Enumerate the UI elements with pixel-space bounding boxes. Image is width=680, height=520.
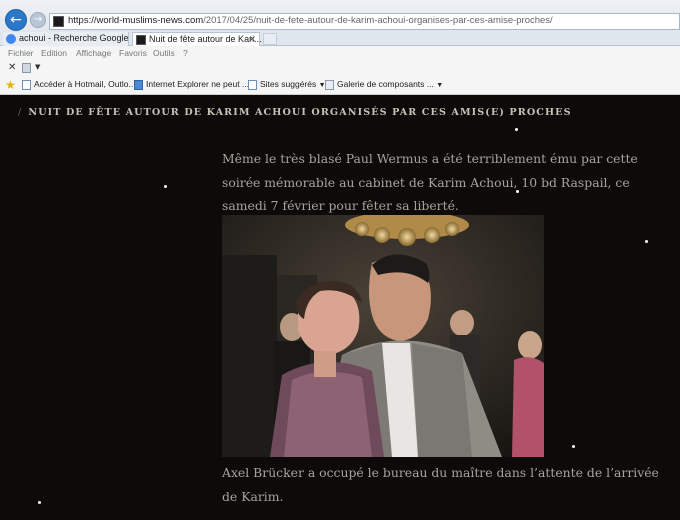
google-icon: [6, 34, 16, 44]
url-text: https://world-muslims-news.com/2017/04/2…: [68, 15, 553, 26]
back-button[interactable]: ←: [5, 9, 27, 31]
address-row: ← → https://world-muslims-news.com/2017/…: [0, 0, 680, 31]
article-paragraph-1: Même le très blasé Paul Wermus a été ter…: [222, 151, 638, 213]
menu-affichage[interactable]: Affichage: [76, 48, 111, 58]
stop-icon[interactable]: ✕: [8, 62, 16, 73]
article-headline: / NUIT DE FÊTE AUTOUR DE KARIM ACHOUI ORG…: [18, 107, 572, 118]
menu-outils[interactable]: Outils: [153, 48, 175, 58]
tab-article[interactable]: Nuit de fête autour de Kari... ✕: [132, 32, 262, 46]
address-bar[interactable]: https://world-muslims-news.com/2017/04/2…: [49, 13, 680, 30]
star-decoration: [164, 185, 167, 188]
menu-edition[interactable]: Edition: [41, 48, 67, 58]
fav-gallery[interactable]: Galerie de composants ... ▼: [325, 79, 444, 90]
page-icon: [248, 80, 257, 90]
page-icon: [22, 80, 31, 90]
tab-label: Nuit de fête autour de Kari...: [149, 34, 262, 44]
chevron-down-icon[interactable]: ▼: [35, 63, 40, 71]
arrow-right-icon: →: [33, 14, 43, 25]
headline-text: NUIT DE FÊTE AUTOUR DE KARIM ACHOUI ORGA…: [28, 107, 572, 118]
fav-ie[interactable]: Internet Explorer ne peut ...: [134, 79, 250, 90]
fav-label: Galerie de composants ...: [337, 79, 434, 89]
fav-hotmail[interactable]: Accéder à Hotmail, Outlo...: [22, 79, 136, 90]
article-paragraph-2: Axel Brücker a occupé le bureau du maîtr…: [222, 465, 659, 504]
url-path: /2017/04/25/nuit-de-fete-autour-de-karim…: [203, 15, 553, 26]
forward-button[interactable]: →: [30, 12, 46, 28]
command-bar: ✕ ▼: [0, 60, 680, 76]
star-decoration: [572, 445, 575, 448]
ie-icon: [134, 80, 143, 90]
site-favicon-icon: [136, 35, 146, 45]
star-decoration: [515, 128, 518, 131]
menu-help[interactable]: ?: [183, 48, 188, 58]
tab-strip: achoui - Recherche Google Nuit de fête a…: [0, 31, 680, 46]
close-tab-icon[interactable]: ✕: [248, 33, 256, 46]
menu-bar: Fichier Edition Affichage Favoris Outils…: [0, 47, 680, 60]
gallery-icon: [325, 80, 334, 90]
new-tab-button[interactable]: [263, 33, 277, 45]
page-icon[interactable]: [22, 63, 31, 73]
fav-label: Accéder à Hotmail, Outlo...: [34, 79, 136, 89]
menu-favoris[interactable]: Favoris: [119, 48, 147, 58]
breadcrumb-separator: /: [18, 107, 23, 118]
chevron-down-icon: ▼: [436, 82, 444, 89]
site-favicon-icon: [53, 16, 64, 27]
favorites-star-icon[interactable]: ★: [5, 78, 16, 92]
star-decoration: [38, 501, 41, 504]
url-host: https://world-muslims-news.com: [68, 15, 204, 26]
favorites-bar: ★ Accéder à Hotmail, Outlo... Internet E…: [0, 76, 680, 95]
web-page: / NUIT DE FÊTE AUTOUR DE KARIM ACHOUI ORG…: [0, 95, 680, 520]
fav-suggested-sites[interactable]: Sites suggérés ▼: [248, 79, 326, 90]
menu-fichier[interactable]: Fichier: [8, 48, 34, 58]
article-photo: [222, 215, 544, 457]
star-decoration: [645, 240, 648, 243]
browser-chrome: ← → https://world-muslims-news.com/2017/…: [0, 0, 680, 95]
tab-label: achoui - Recherche Google: [19, 33, 129, 43]
fav-label: Internet Explorer ne peut ...: [146, 79, 250, 89]
arrow-left-icon: ←: [10, 12, 22, 28]
tab-google-search[interactable]: achoui - Recherche Google: [3, 32, 129, 46]
fav-label: Sites suggérés: [260, 79, 317, 89]
